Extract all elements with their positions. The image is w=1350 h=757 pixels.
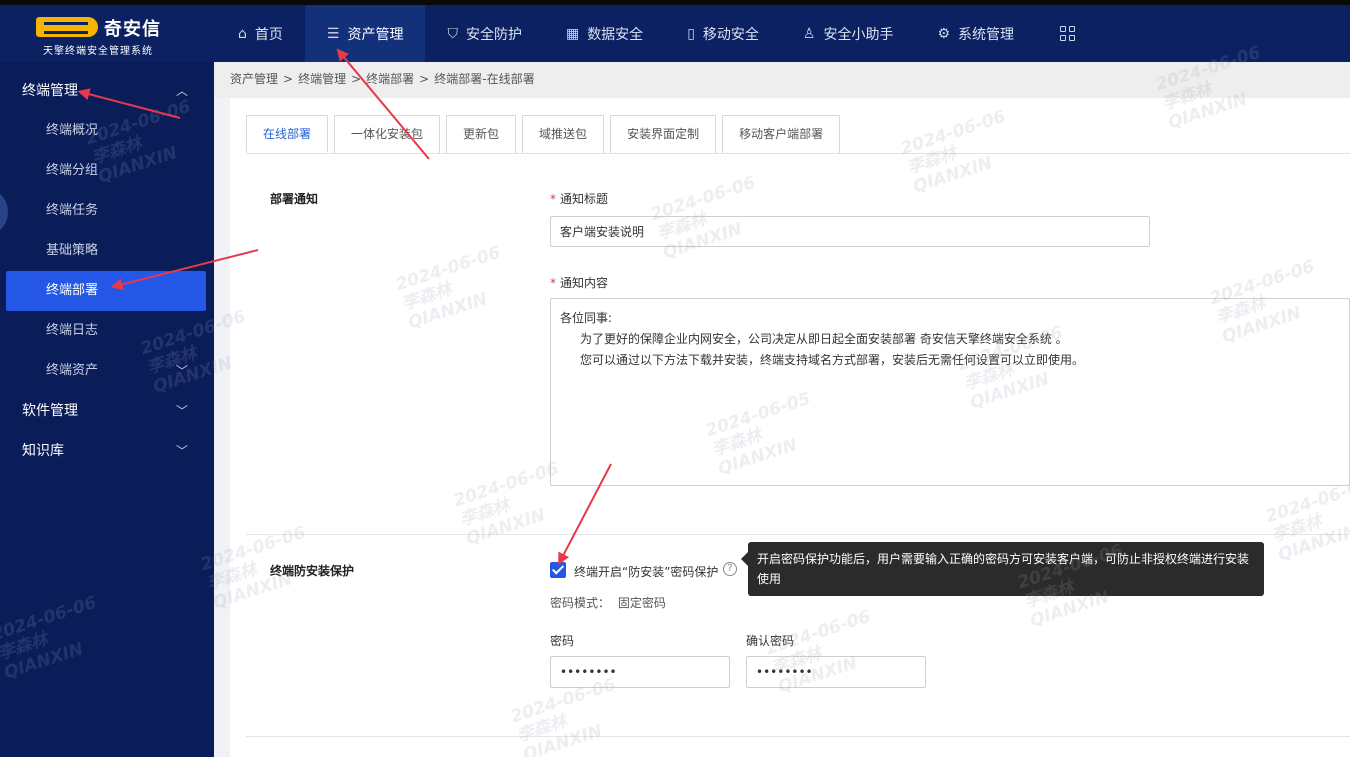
notice-content-textarea[interactable]: 各位同事: 为了更好的保障企业内网安全，公司决定从即日起全面安装部署 奇安信天擎… xyxy=(550,298,1350,486)
chevron-down-icon: ﹀ xyxy=(175,364,188,378)
tab-domain-push-package[interactable]: 域推送包 xyxy=(522,115,605,153)
sidebar-item-terminal-assets[interactable]: 终端资产 ﹀ xyxy=(0,351,214,391)
sidebar-item-basic-policy[interactable]: 基础策略 xyxy=(0,231,214,271)
nav-security-protection[interactable]: ⛉ 安全防护 xyxy=(425,5,544,62)
nav-home-label: 首页 xyxy=(254,26,283,43)
qianxin-logo[interactable]: 奇安信 天擎终端安全管理系统 xyxy=(36,15,186,59)
sidebar-item-label: 终端资产 xyxy=(46,363,99,378)
nav-data-security-label: 数据安全 xyxy=(587,26,644,43)
sidebar-group-label: 终端管理 xyxy=(22,83,78,99)
tab-integrated-package[interactable]: 一体化安装包 xyxy=(334,115,441,153)
logo-subtitle: 天擎终端安全管理系统 xyxy=(43,46,153,57)
settings-icon: ⚙ xyxy=(937,25,951,42)
deployment-tabs: 在线部署 一体化安装包 更新包 域推送包 安装界面定制 移动客户端部署 xyxy=(246,115,846,153)
password-mode-row: 密码模式： 固定密码 xyxy=(550,594,666,611)
home-icon: ⌂ xyxy=(238,25,247,42)
chevron-up-icon: ︿ xyxy=(175,84,188,98)
notice-title-value: 客户端安装说明 xyxy=(560,225,645,239)
main-panel: 在线部署 一体化安装包 更新包 域推送包 安装界面定制 移动客户端部署 部署通知… xyxy=(230,98,1350,757)
confirm-password-label: 确认密码 xyxy=(746,634,795,648)
nav-data-security[interactable]: ▦ 数据安全 xyxy=(544,5,665,62)
top-navigation-bar: 奇安信 天擎终端安全管理系统 ⌂ 首页 ☰ 资产管理 ⛉ 安全防护 ▦ 数据安全… xyxy=(0,0,1350,62)
sidebar-item-terminal-groups[interactable]: 终端分组 xyxy=(0,151,214,191)
nav-asset-management[interactable]: ☰ 资产管理 xyxy=(304,5,426,62)
assistant-icon: ♙ xyxy=(802,25,816,42)
nav-mobile-security[interactable]: ▯ 移动安全 xyxy=(665,5,781,62)
section-divider xyxy=(246,736,1350,737)
password-protection-label[interactable]: 终端开启“防安装”密码保护 xyxy=(574,563,718,580)
sidebar-item-terminal-logs[interactable]: 终端日志 xyxy=(0,311,214,351)
breadcrumb-separator: > xyxy=(419,72,430,86)
sidebar-group-knowledge-base[interactable]: 知识库 ﹀ xyxy=(0,431,214,471)
notice-content-label-text: 通知内容 xyxy=(560,276,609,290)
logo-mark-icon xyxy=(36,17,98,37)
nav-mobile-security-label: 移动安全 xyxy=(702,26,759,43)
notice-title-label: * 通知标题 xyxy=(550,190,608,207)
sidebar-group-terminal-management[interactable]: 终端管理 ︿ xyxy=(0,71,214,111)
sidebar-item-terminal-deployment[interactable]: 终端部署 xyxy=(6,271,206,311)
required-marker: * xyxy=(550,192,556,206)
notice-title-input[interactable]: 客户端安装说明 xyxy=(550,216,1150,247)
chevron-down-icon: ﹀ xyxy=(175,404,188,418)
section-label-deploy-notice: 部署通知 xyxy=(270,192,319,206)
sidebar-item-label: 终端部署 xyxy=(46,283,99,298)
breadcrumb-separator: > xyxy=(283,72,294,86)
required-marker: * xyxy=(550,276,556,290)
password-protection-tooltip: 开启密码保护功能后，用户需要输入正确的密码方可安装客户端，可防止非授权终端进行安… xyxy=(741,542,1264,596)
tab-install-ui-customization[interactable]: 安装界面定制 xyxy=(610,115,717,153)
database-icon: ☰ xyxy=(326,25,340,42)
notice-content-line: 为了更好的保障企业内网安全，公司决定从即日起全面安装部署 奇安信天擎终端安全系统… xyxy=(580,332,1068,346)
nav-apps-menu[interactable] xyxy=(1036,5,1097,62)
sidebar-item-label: 终端概况 xyxy=(46,123,99,138)
password-mode-label: 密码模式： xyxy=(550,596,611,610)
section-divider xyxy=(246,534,1350,535)
sidebar-group-software-management[interactable]: 软件管理 ﹀ xyxy=(0,391,214,431)
sidebar: 终端管理 ︿ 终端概况 终端分组 终端任务 基础策略 终端部署 终端日志 终端资… xyxy=(0,62,214,757)
question-help-icon[interactable]: ? xyxy=(723,562,737,576)
nav-security-assistant-label: 安全小助手 xyxy=(823,26,894,43)
nav-security-protection-label: 安全防护 xyxy=(465,26,522,43)
password-input[interactable]: •••••••• xyxy=(550,656,730,688)
breadcrumb-current: 终端部署-在线部署 xyxy=(434,72,535,86)
sidebar-group-label: 知识库 xyxy=(22,443,64,459)
sidebar-item-label: 基础策略 xyxy=(46,243,99,258)
logo-text: 奇安信 xyxy=(104,19,161,40)
nav-asset-management-label: 资产管理 xyxy=(347,26,404,43)
confirm-password-value: •••••••• xyxy=(756,665,813,679)
mobile-icon: ▯ xyxy=(687,25,695,42)
password-mode-value: 固定密码 xyxy=(617,596,666,610)
sidebar-item-terminal-tasks[interactable]: 终端任务 xyxy=(0,191,214,231)
breadcrumb-item[interactable]: 终端部署 xyxy=(366,72,414,86)
tab-mobile-client-deployment[interactable]: 移动客户端部署 xyxy=(722,115,841,153)
password-value: •••••••• xyxy=(560,665,617,679)
tab-online-deployment[interactable]: 在线部署 xyxy=(246,115,329,153)
tab-update-package[interactable]: 更新包 xyxy=(446,115,517,153)
sidebar-item-label: 终端分组 xyxy=(46,163,99,178)
notice-content-label: * 通知内容 xyxy=(550,274,608,291)
sidebar-item-label: 终端任务 xyxy=(46,203,99,218)
tabs-divider xyxy=(246,153,1350,154)
section-label-install-protection: 终端防安装保护 xyxy=(270,564,355,578)
sidebar-group-label: 软件管理 xyxy=(22,403,78,419)
nav-home[interactable]: ⌂ 首页 xyxy=(216,5,305,62)
grid-icon: ▦ xyxy=(565,25,580,42)
shield-icon: ⛉ xyxy=(447,25,458,42)
confirm-password-input[interactable]: •••••••• xyxy=(746,656,926,688)
breadcrumb: 资产管理 > 终端管理 > 终端部署 > 终端部署-在线部署 xyxy=(214,62,1350,98)
nav-security-assistant[interactable]: ♙ 安全小助手 xyxy=(781,5,916,62)
notice-content-line: 各位同事: xyxy=(560,311,613,325)
nav-system-management[interactable]: ⚙ 系统管理 xyxy=(915,5,1036,62)
breadcrumb-item[interactable]: 终端管理 xyxy=(298,72,346,86)
password-label: 密码 xyxy=(550,634,575,648)
chevron-down-icon: ﹀ xyxy=(175,444,188,458)
sidebar-item-terminal-overview[interactable]: 终端概况 xyxy=(0,111,214,151)
sidebar-item-label: 终端日志 xyxy=(46,323,99,338)
breadcrumb-item[interactable]: 资产管理 xyxy=(230,72,278,86)
notice-content-line: 您可以通过以下方法下载并安装，终端支持域名方式部署，安装后无需任何设置可以立即使… xyxy=(580,353,1085,367)
nav-system-management-label: 系统管理 xyxy=(958,26,1015,43)
apps-grid-icon xyxy=(1060,26,1076,41)
notice-title-label-text: 通知标题 xyxy=(560,192,609,206)
